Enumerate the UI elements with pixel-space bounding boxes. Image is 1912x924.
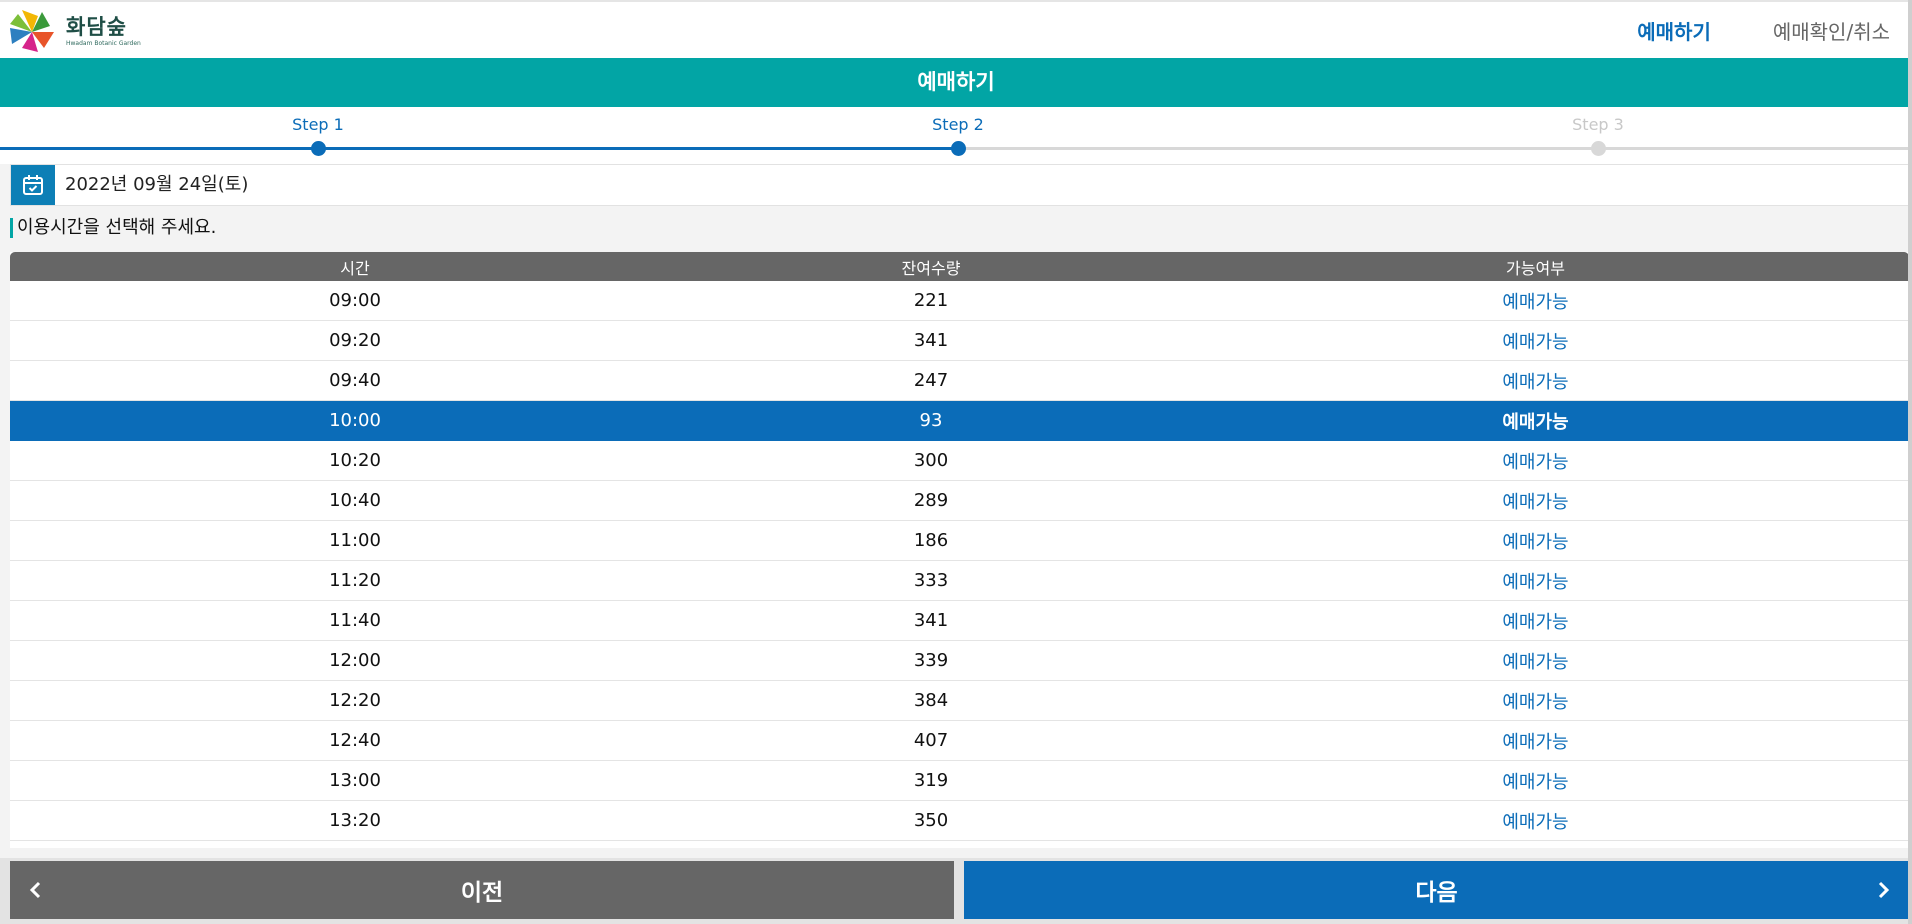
cell-availability: 예매가능	[1502, 611, 1569, 633]
prev-button[interactable]: 이전	[10, 861, 954, 919]
table-row[interactable]: 10:40 289 예매가능	[10, 481, 1909, 521]
cell-remaining: 93	[919, 410, 943, 431]
leaf-logo-icon	[8, 8, 56, 54]
table-row[interactable]: 09:00 221 예매가능	[10, 281, 1909, 321]
page-scrollbar[interactable]	[1908, 0, 1912, 924]
header-remaining: 잔여수량	[901, 258, 961, 278]
chevron-right-icon	[1878, 881, 1890, 899]
next-button[interactable]: 다음	[964, 861, 1909, 919]
cell-time: 11:00	[329, 530, 381, 551]
cell-time: 13:00	[329, 770, 381, 791]
cell-remaining: 221	[913, 290, 949, 311]
cell-availability: 예매가능	[1502, 771, 1569, 793]
header: 화담숲 Hwadam Botanic Garden 예매하기 예매확인/취소	[0, 0, 1912, 58]
cell-remaining: 341	[913, 610, 949, 631]
bottom-bar: 이전 다음	[0, 858, 1912, 924]
table-row[interactable]: 12:20 384 예매가능	[10, 681, 1909, 721]
cell-time: 09:20	[329, 330, 381, 351]
cell-remaining: 186	[913, 530, 949, 551]
cell-time: 10:20	[329, 450, 381, 471]
table-row[interactable]: 11:40 341 예매가능	[10, 601, 1909, 641]
cell-availability: 예매가능	[1502, 731, 1569, 753]
instruction-text: 이용시간을 선택해 주세요.	[10, 218, 216, 238]
cell-availability: 예매가능	[1502, 331, 1569, 353]
table-row[interactable]: 10:20 300 예매가능	[10, 441, 1909, 481]
step-3-label: Step 3	[1572, 115, 1624, 134]
logo-title: 화담숲	[66, 15, 127, 39]
step-3-dot	[1591, 141, 1606, 156]
table-row[interactable]: 12:40 407 예매가능	[10, 721, 1909, 761]
nav-booking[interactable]: 예매하기	[1637, 16, 1711, 45]
table-row[interactable]: 09:20 341 예매가능	[10, 321, 1909, 361]
header-time: 시간	[340, 258, 370, 278]
cell-remaining: 407	[913, 730, 949, 751]
logo-subtitle: Hwadam Botanic Garden	[66, 40, 141, 47]
cell-availability: 예매가능	[1502, 491, 1569, 513]
table-row[interactable]: 13:20 350 예매가능	[10, 801, 1909, 841]
cell-time: 09:00	[329, 290, 381, 311]
table-row[interactable]: 10:00 93 예매가능	[10, 401, 1909, 441]
step-1-label: Step 1	[292, 115, 344, 134]
cell-time: 13:20	[329, 810, 381, 831]
table-row[interactable]: 11:00 186 예매가능	[10, 521, 1909, 561]
cell-time: 12:00	[329, 650, 381, 671]
cell-availability: 예매가능	[1502, 371, 1569, 393]
cell-availability: 예매가능	[1502, 291, 1569, 313]
date-value: 2022년 09월 24일(토)	[65, 174, 249, 195]
table-header: 시간 잔여수량 가능여부	[10, 252, 1909, 281]
step-2-dot	[951, 141, 966, 156]
selected-date: 2022년 09월 24일(토)	[10, 164, 1910, 206]
time-slot-table: 시간 잔여수량 가능여부 09:00 221 예매가능 09:20 341 예매가능 09:…	[10, 252, 1909, 848]
cell-remaining: 341	[913, 330, 949, 351]
cell-availability: 예매가능	[1502, 691, 1569, 713]
cell-remaining: 247	[913, 370, 949, 391]
cell-remaining: 319	[913, 770, 949, 791]
header-availability: 가능여부	[1506, 258, 1565, 278]
table-row[interactable]: 13:00 319 예매가능	[10, 761, 1909, 801]
cell-availability: 예매가능	[1502, 451, 1569, 473]
cell-time: 12:40	[329, 730, 381, 751]
calendar-check-icon[interactable]	[11, 165, 55, 205]
nav-check-cancel[interactable]: 예매확인/취소	[1773, 16, 1890, 45]
cell-availability: 예매가능	[1502, 531, 1569, 553]
cell-remaining: 384	[913, 690, 949, 711]
cell-availability: 예매가능	[1502, 811, 1569, 833]
table-row[interactable]: 09:40 247 예매가능	[10, 361, 1909, 401]
cell-availability: 예매가능	[1502, 411, 1569, 433]
step-track-progress	[0, 147, 958, 150]
cell-time: 10:40	[329, 490, 381, 511]
cell-remaining: 300	[913, 450, 949, 471]
cell-remaining: 339	[913, 650, 949, 671]
cell-time: 12:20	[329, 690, 381, 711]
cell-time: 10:00	[329, 410, 381, 431]
cell-time: 11:40	[329, 610, 381, 631]
cell-remaining: 289	[913, 490, 949, 511]
prev-button-label: 이전	[460, 880, 504, 906]
chevron-left-icon	[29, 881, 41, 899]
logo[interactable]: 화담숲 Hwadam Botanic Garden	[8, 8, 141, 54]
table-row[interactable]: 12:00 339 예매가능	[10, 641, 1909, 681]
step-1-dot	[311, 141, 326, 156]
cell-time: 11:20	[329, 570, 381, 591]
cell-time: 09:40	[329, 370, 381, 391]
cell-remaining: 350	[913, 810, 949, 831]
step-2-label: Step 2	[932, 115, 984, 134]
cell-availability: 예매가능	[1502, 651, 1569, 673]
page-title: 예매하기	[0, 58, 1912, 107]
cell-remaining: 333	[913, 570, 949, 591]
cell-availability: 예매가능	[1502, 571, 1569, 593]
step-progress: Step 1 Step 2 Step 3	[0, 107, 1912, 164]
table-row[interactable]: 11:20 333 예매가능	[10, 561, 1909, 601]
table-body: 09:00 221 예매가능 09:20 341 예매가능 09:40 247 예매가능 10:0…	[10, 281, 1909, 841]
top-nav: 예매하기 예매확인/취소	[1575, 2, 1890, 58]
next-button-label: 다음	[1415, 880, 1458, 906]
